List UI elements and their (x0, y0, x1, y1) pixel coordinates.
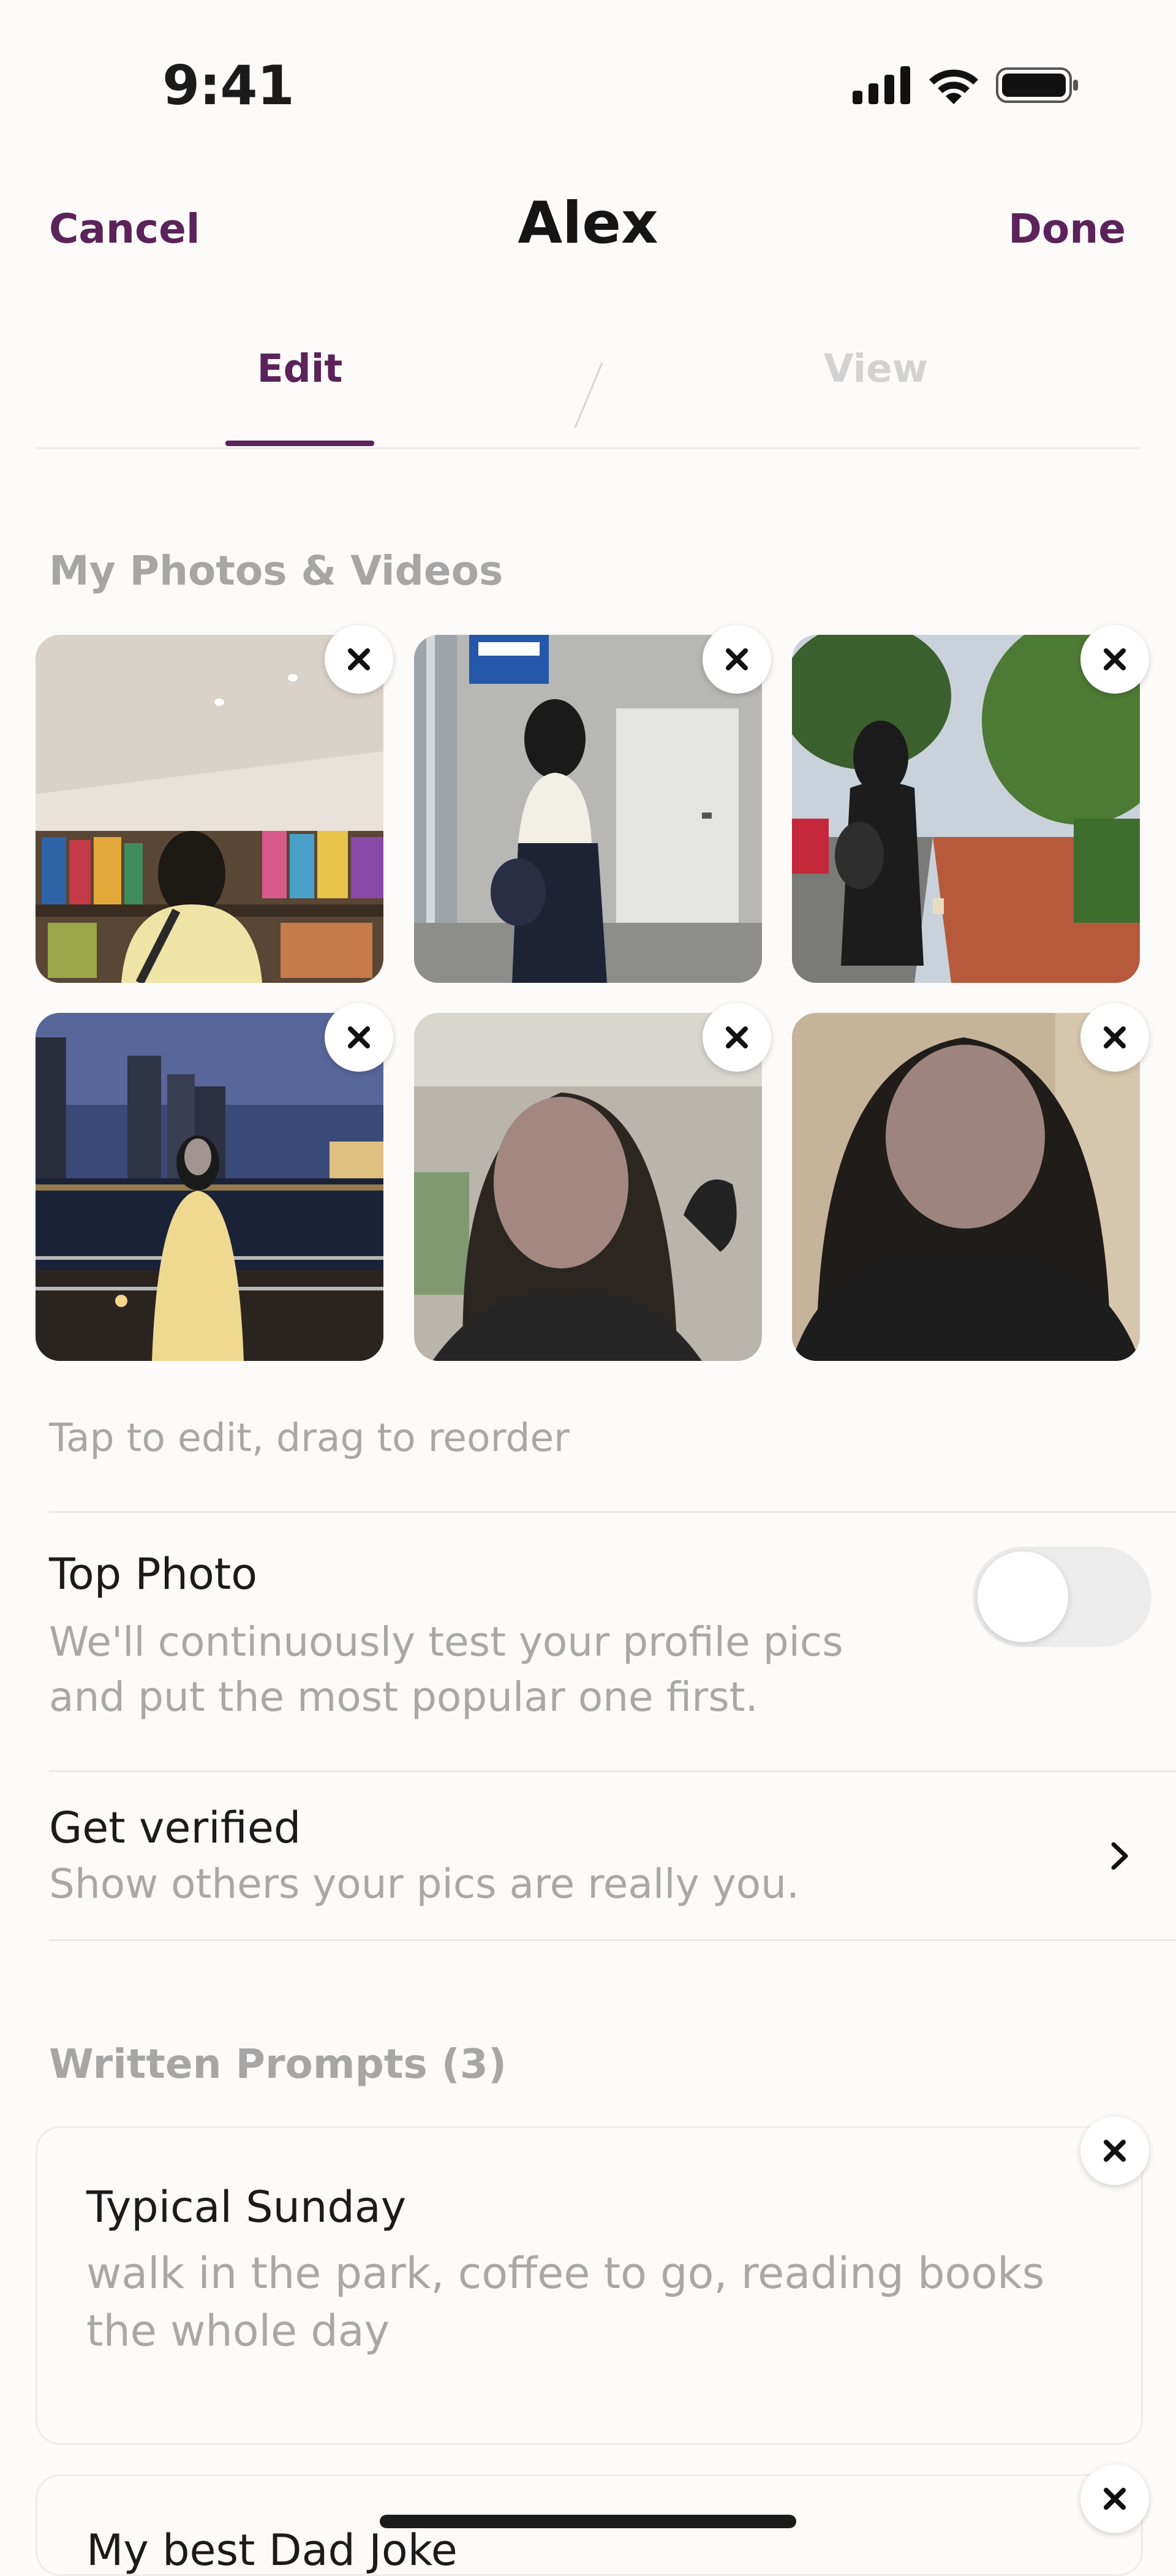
status-time: 9:41 (162, 54, 295, 117)
photo-4-image (36, 1013, 383, 1361)
cellular-signal-icon (853, 66, 910, 104)
prompts-section-title: Written Prompts (3) (49, 2040, 507, 2088)
prompt-question: Typical Sunday (86, 2182, 407, 2232)
prompt-answer-line-1: walk in the park, coffee to go, reading … (86, 2248, 1045, 2298)
tab-edit[interactable]: Edit (225, 346, 374, 391)
photo-tile-2[interactable] (414, 635, 762, 983)
top-photo-description-line-2: and put the most popular one first. (49, 1673, 758, 1721)
remove-photo-button[interactable] (703, 625, 771, 694)
photo-6-image (792, 1013, 1140, 1361)
status-icons (853, 66, 1078, 104)
remove-photo-button[interactable] (1080, 625, 1149, 694)
close-icon (348, 648, 370, 670)
photo-tile-1[interactable] (36, 635, 383, 983)
tab-active-indicator (225, 441, 374, 446)
get-verified-description: Show others your pics are really you. (49, 1860, 799, 1907)
home-indicator (380, 2515, 796, 2528)
photos-hint: Tap to edit, drag to reorder (49, 1415, 570, 1460)
chevron-right-icon (1111, 1842, 1128, 1870)
divider (49, 1770, 1176, 1772)
close-icon (726, 1026, 748, 1048)
remove-prompt-button[interactable] (1080, 2464, 1149, 2533)
tabs-divider (36, 447, 1140, 449)
photos-section-title: My Photos & Videos (49, 547, 503, 594)
toggle-knob (978, 1551, 1068, 1642)
remove-photo-button[interactable] (325, 1003, 393, 1072)
remove-photo-button[interactable] (1080, 1003, 1149, 1072)
close-icon (726, 648, 748, 670)
close-icon (348, 1026, 370, 1048)
done-button[interactable]: Done (1008, 205, 1126, 252)
photo-tile-3[interactable] (792, 635, 1140, 983)
remove-photo-button[interactable] (325, 625, 393, 694)
top-photo-title: Top Photo (49, 1549, 258, 1599)
tab-divider (574, 362, 603, 428)
photo-2-image (414, 635, 762, 983)
close-icon (1104, 2488, 1126, 2510)
divider (49, 1511, 1176, 1513)
photo-tile-5[interactable] (414, 1013, 762, 1361)
battery-icon (996, 67, 1078, 103)
prompt-card[interactable]: Typical Sunday walk in the park, coffee … (36, 2126, 1143, 2445)
photo-tile-4[interactable] (36, 1013, 383, 1361)
top-photo-description-line-1: We'll continuously test your profile pic… (49, 1618, 843, 1665)
tab-view[interactable]: View (790, 346, 962, 391)
photo-3-image (792, 635, 1140, 983)
top-photo-toggle[interactable] (973, 1547, 1152, 1647)
prompt-answer-line-2: the whole day (86, 2306, 390, 2356)
photo-tile-6[interactable] (792, 1013, 1140, 1361)
divider (49, 1939, 1176, 1941)
prompt-question: My best Dad Joke (86, 2525, 458, 2575)
page-title: Alex (518, 190, 658, 257)
close-icon (1104, 1026, 1126, 1048)
remove-photo-button[interactable] (703, 1003, 771, 1072)
photo-5-image (414, 1013, 762, 1361)
wifi-icon (929, 69, 978, 104)
close-icon (1104, 2140, 1126, 2162)
remove-prompt-button[interactable] (1080, 2116, 1149, 2185)
close-icon (1104, 648, 1126, 670)
get-verified-title: Get verified (49, 1803, 301, 1853)
photo-1-image (36, 635, 383, 983)
